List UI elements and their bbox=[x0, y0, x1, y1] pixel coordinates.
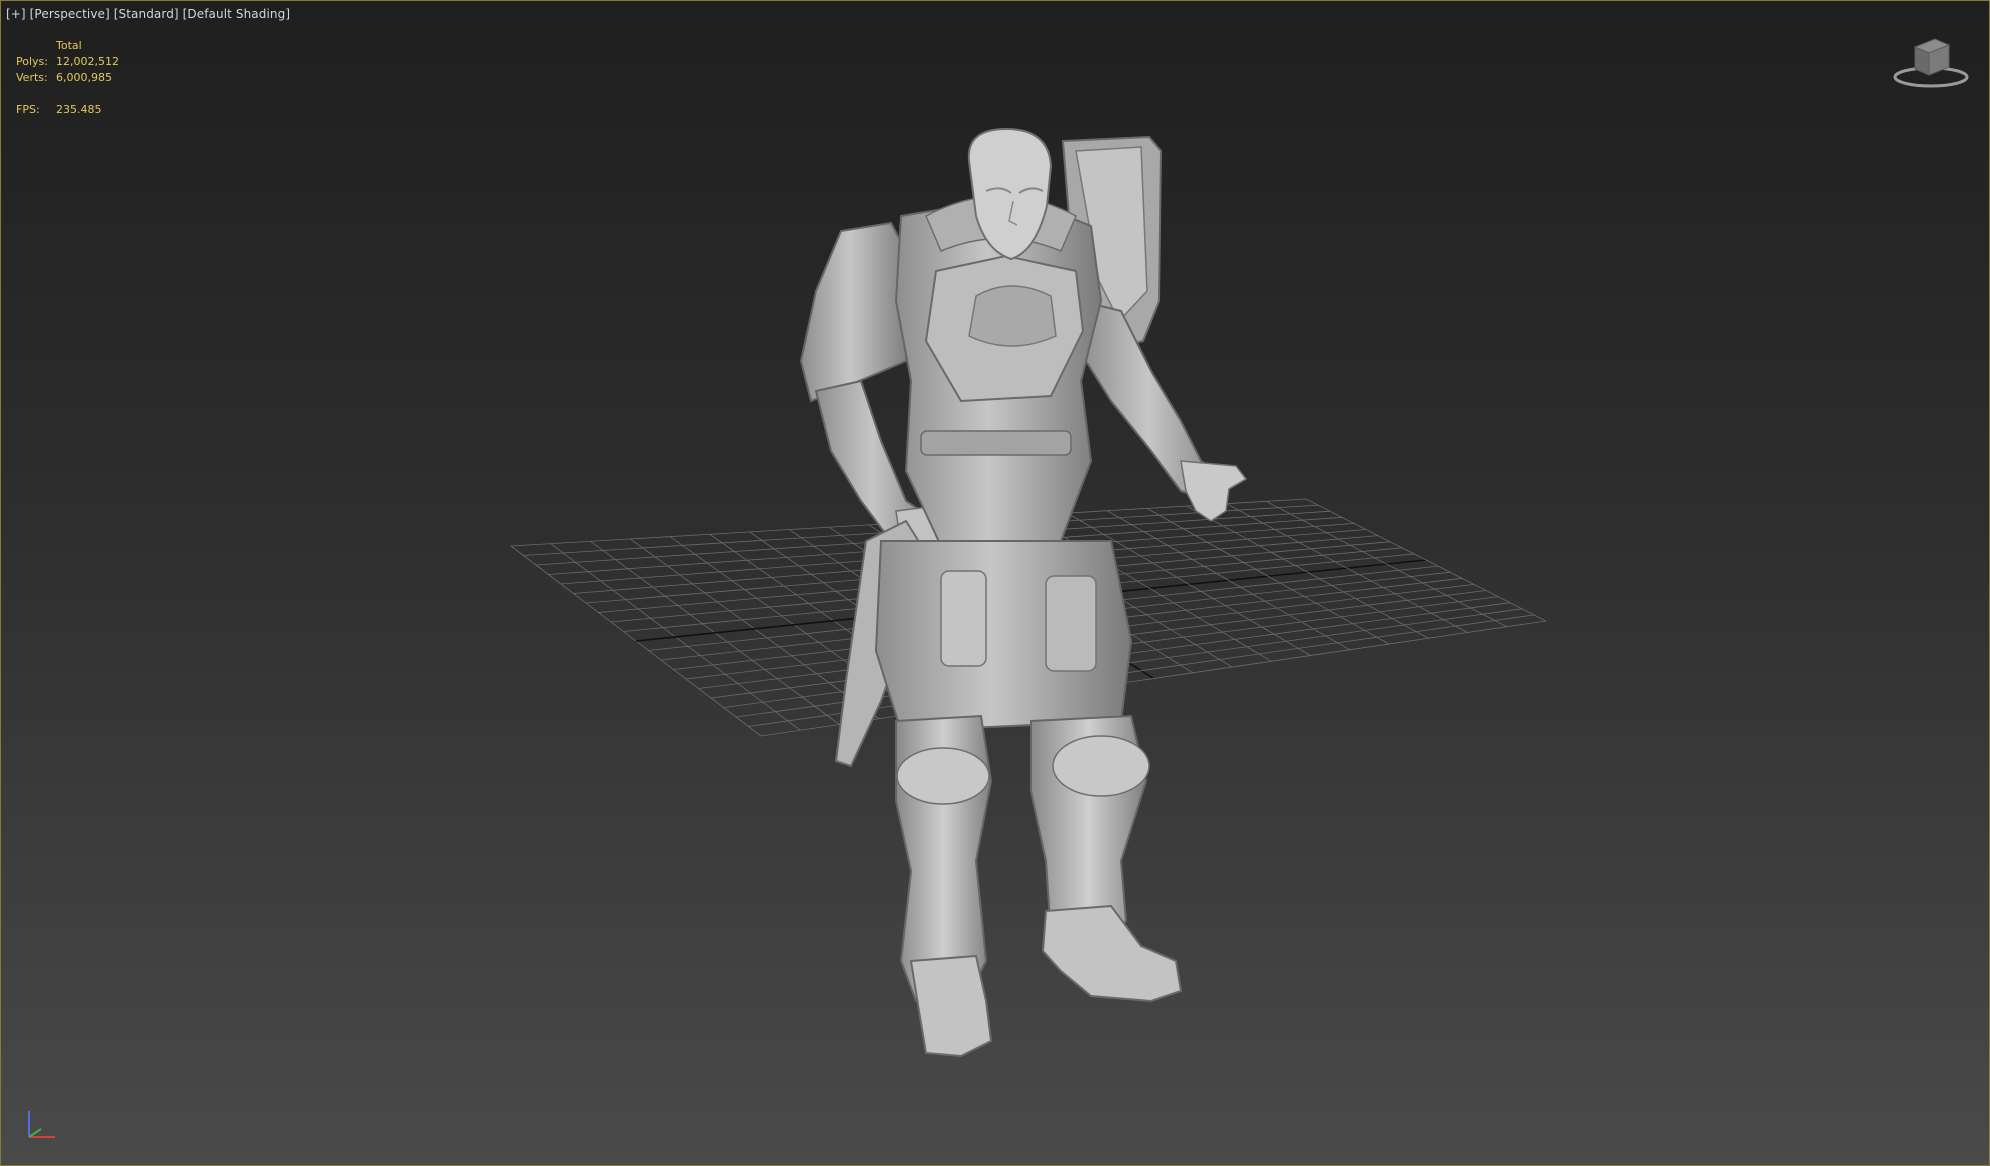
polys-label: Polys: bbox=[16, 55, 48, 68]
grid-line bbox=[1226, 503, 1468, 633]
viewport-plus-menu[interactable]: [+] bbox=[6, 7, 26, 21]
viewport-label-menu: [+] [Perspective] [Standard] [Default Sh… bbox=[6, 7, 290, 21]
stats-total-header: Total bbox=[56, 39, 82, 52]
polys-value: 12,002,512 bbox=[56, 55, 119, 68]
axis-tripod-icon bbox=[28, 1111, 55, 1138]
verts-value: 6,000,985 bbox=[56, 71, 112, 84]
fps-label: FPS: bbox=[16, 103, 40, 116]
grid-line bbox=[1266, 500, 1507, 628]
viewport-point-of-view-label[interactable]: [Perspective] bbox=[30, 7, 110, 21]
grid-line bbox=[1305, 498, 1547, 622]
fps-value: 235.485 bbox=[56, 103, 102, 116]
verts-label: Verts: bbox=[16, 71, 48, 84]
viewcube-icon[interactable] bbox=[1891, 35, 1971, 89]
viewport-shading-label[interactable]: [Default Shading] bbox=[183, 7, 290, 21]
scene bbox=[510, 127, 1547, 1058]
perspective-viewport[interactable]: [+] [Perspective] [Standard] [Default Sh… bbox=[0, 0, 1990, 1166]
viewport-visual-style-label[interactable]: [Standard] bbox=[114, 7, 179, 21]
character-model[interactable] bbox=[799, 127, 1248, 1058]
